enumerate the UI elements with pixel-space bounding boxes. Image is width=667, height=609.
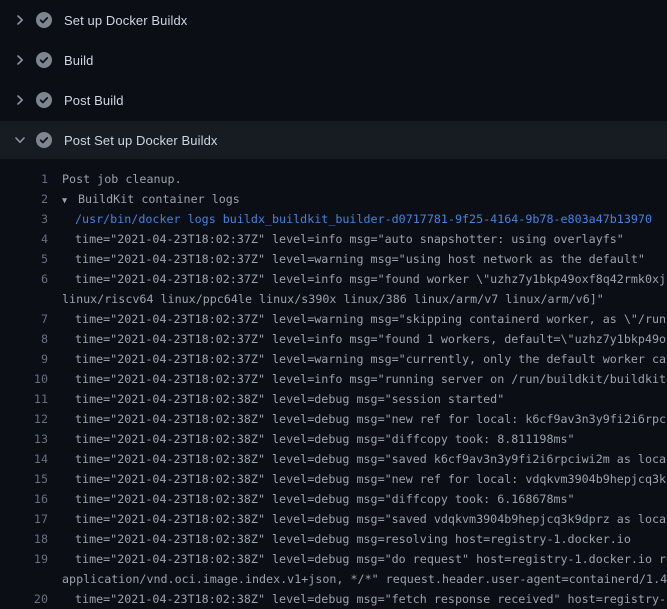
log-line-text: linux/riscv64 linux/ppc64le linux/s390x … xyxy=(62,289,667,309)
step-title: Build xyxy=(64,53,93,68)
chevron-down-icon[interactable] xyxy=(12,132,28,148)
log-row: 9 time="2021-04-23T18:02:37Z" level=warni… xyxy=(0,349,667,369)
log-row: 1 Post job cleanup. xyxy=(0,169,667,189)
log-line-number[interactable]: 18 xyxy=(0,529,48,549)
log-row: 7 time="2021-04-23T18:02:37Z" level=warni… xyxy=(0,309,667,329)
check-circle-icon xyxy=(36,132,52,148)
log-row: 13 time="2021-04-23T18:02:38Z" level=debu… xyxy=(0,429,667,449)
log-row: 8 time="2021-04-23T18:02:37Z" level=info … xyxy=(0,329,667,349)
chevron-right-icon[interactable] xyxy=(12,12,28,28)
log-line-number[interactable]: 1 xyxy=(0,169,48,189)
log-line-text: time="2021-04-23T18:02:38Z" level=debug … xyxy=(62,409,667,429)
log-row: 20 time="2021-04-23T18:02:38Z" level=debu… xyxy=(0,589,667,609)
log-line-number[interactable]: 9 xyxy=(0,349,48,369)
log-line-number[interactable]: 11 xyxy=(0,389,48,409)
step-header[interactable]: Post Build xyxy=(0,80,667,120)
log-line-number[interactable]: 16 xyxy=(0,489,48,509)
step-title: Post Build xyxy=(64,93,124,108)
step-header[interactable]: Set up Docker Buildx xyxy=(0,0,667,40)
log-line-number[interactable]: 3 xyxy=(0,209,48,229)
log-line-number[interactable]: 10 xyxy=(0,369,48,389)
log-row: 2 ▼BuildKit container logs xyxy=(0,189,667,209)
log-row: 6 time="2021-04-23T18:02:37Z" level=info … xyxy=(0,269,667,289)
check-circle-icon xyxy=(36,52,52,68)
log-line-text: time="2021-04-23T18:02:37Z" level=warnin… xyxy=(62,249,667,269)
log-line-text: time="2021-04-23T18:02:38Z" level=debug … xyxy=(62,469,667,489)
step-title: Set up Docker Buildx xyxy=(64,13,187,28)
log-row: 19 time="2021-04-23T18:02:38Z" level=debu… xyxy=(0,549,667,569)
log-area: 1 Post job cleanup. 2 ▼BuildKit container l… xyxy=(0,159,667,609)
log-line-number[interactable]: 13 xyxy=(0,429,48,449)
check-circle-icon xyxy=(36,12,52,28)
log-line-number[interactable]: 19 xyxy=(0,549,48,569)
log-command-text: /usr/bin/docker logs buildx_buildkit_bui… xyxy=(62,209,667,229)
step-header[interactable]: Post Set up Docker Buildx xyxy=(0,121,667,159)
log-row: 4 time="2021-04-23T18:02:37Z" level=info … xyxy=(0,229,667,249)
log-line-text: time="2021-04-23T18:02:37Z" level=info m… xyxy=(62,269,667,289)
log-line-text: time="2021-04-23T18:02:38Z" level=debug … xyxy=(62,429,667,449)
step-header[interactable]: Build xyxy=(0,40,667,80)
log-line-text: application/vnd.oci.image.index.v1+json,… xyxy=(62,569,667,589)
log-row: 14 time="2021-04-23T18:02:38Z" level=debu… xyxy=(0,449,667,469)
log-line-number[interactable]: 2 xyxy=(0,189,48,209)
log-line-text: time="2021-04-23T18:02:37Z" level=warnin… xyxy=(62,309,667,329)
log-line-number[interactable]: 12 xyxy=(0,409,48,429)
log-line-number[interactable]: 15 xyxy=(0,469,48,489)
log-line-text: time="2021-04-23T18:02:38Z" level=debug … xyxy=(62,449,667,469)
log-row: application/vnd.oci.image.index.v1+json,… xyxy=(0,569,667,589)
log-line-number[interactable]: 7 xyxy=(0,309,48,329)
chevron-right-icon[interactable] xyxy=(12,52,28,68)
log-line-text: time="2021-04-23T18:02:37Z" level=info m… xyxy=(62,229,667,249)
log-line-number xyxy=(0,289,48,309)
log-line-text: time="2021-04-23T18:02:38Z" level=debug … xyxy=(62,389,667,409)
steps-list: Set up Docker Buildx Build Post Build Post … xyxy=(0,0,667,159)
log-line-text: time="2021-04-23T18:02:38Z" level=debug … xyxy=(62,509,667,529)
log-line-text: time="2021-04-23T18:02:38Z" level=debug … xyxy=(62,549,667,569)
log-row: 5 time="2021-04-23T18:02:37Z" level=warni… xyxy=(0,249,667,269)
check-circle-icon xyxy=(36,92,52,108)
group-expand-marker-icon[interactable]: ▼ xyxy=(62,191,78,209)
log-row: 12 time="2021-04-23T18:02:38Z" level=debu… xyxy=(0,409,667,429)
log-line-text[interactable]: ▼BuildKit container logs xyxy=(62,189,667,209)
log-line-text: time="2021-04-23T18:02:38Z" level=debug … xyxy=(62,589,667,609)
log-line-number xyxy=(0,569,48,589)
log-line-text: time="2021-04-23T18:02:38Z" level=debug … xyxy=(62,489,667,509)
log-row: 3/usr/bin/docker logs buildx_buildkit_bu… xyxy=(0,209,667,229)
log-row: 16 time="2021-04-23T18:02:38Z" level=debu… xyxy=(0,489,667,509)
chevron-right-icon[interactable] xyxy=(12,92,28,108)
log-row: 17 time="2021-04-23T18:02:38Z" level=debu… xyxy=(0,509,667,529)
step-title: Post Set up Docker Buildx xyxy=(64,133,218,148)
log-row: linux/riscv64 linux/ppc64le linux/s390x … xyxy=(0,289,667,309)
log-line-number[interactable]: 17 xyxy=(0,509,48,529)
log-line-text: time="2021-04-23T18:02:37Z" level=info m… xyxy=(62,369,667,389)
group-title: BuildKit container logs xyxy=(78,192,240,206)
log-line-text: time="2021-04-23T18:02:37Z" level=info m… xyxy=(62,329,667,349)
log-line-number[interactable]: 4 xyxy=(0,229,48,249)
log-line-text: time="2021-04-23T18:02:37Z" level=warnin… xyxy=(62,349,667,369)
log-line-number[interactable]: 20 xyxy=(0,589,48,609)
log-line-number[interactable]: 5 xyxy=(0,249,48,269)
log-line-number[interactable]: 14 xyxy=(0,449,48,469)
log-row: 11 time="2021-04-23T18:02:38Z" level=debu… xyxy=(0,389,667,409)
log-row: 10 time="2021-04-23T18:02:37Z" level=info… xyxy=(0,369,667,389)
log-line-number[interactable]: 6 xyxy=(0,269,48,289)
log-line-text: time="2021-04-23T18:02:38Z" level=debug … xyxy=(62,529,667,549)
log-line-text: Post job cleanup. xyxy=(62,169,667,189)
log-row: 18 time="2021-04-23T18:02:38Z" level=debu… xyxy=(0,529,667,549)
log-row: 15 time="2021-04-23T18:02:38Z" level=debu… xyxy=(0,469,667,489)
log-line-number[interactable]: 8 xyxy=(0,329,48,349)
